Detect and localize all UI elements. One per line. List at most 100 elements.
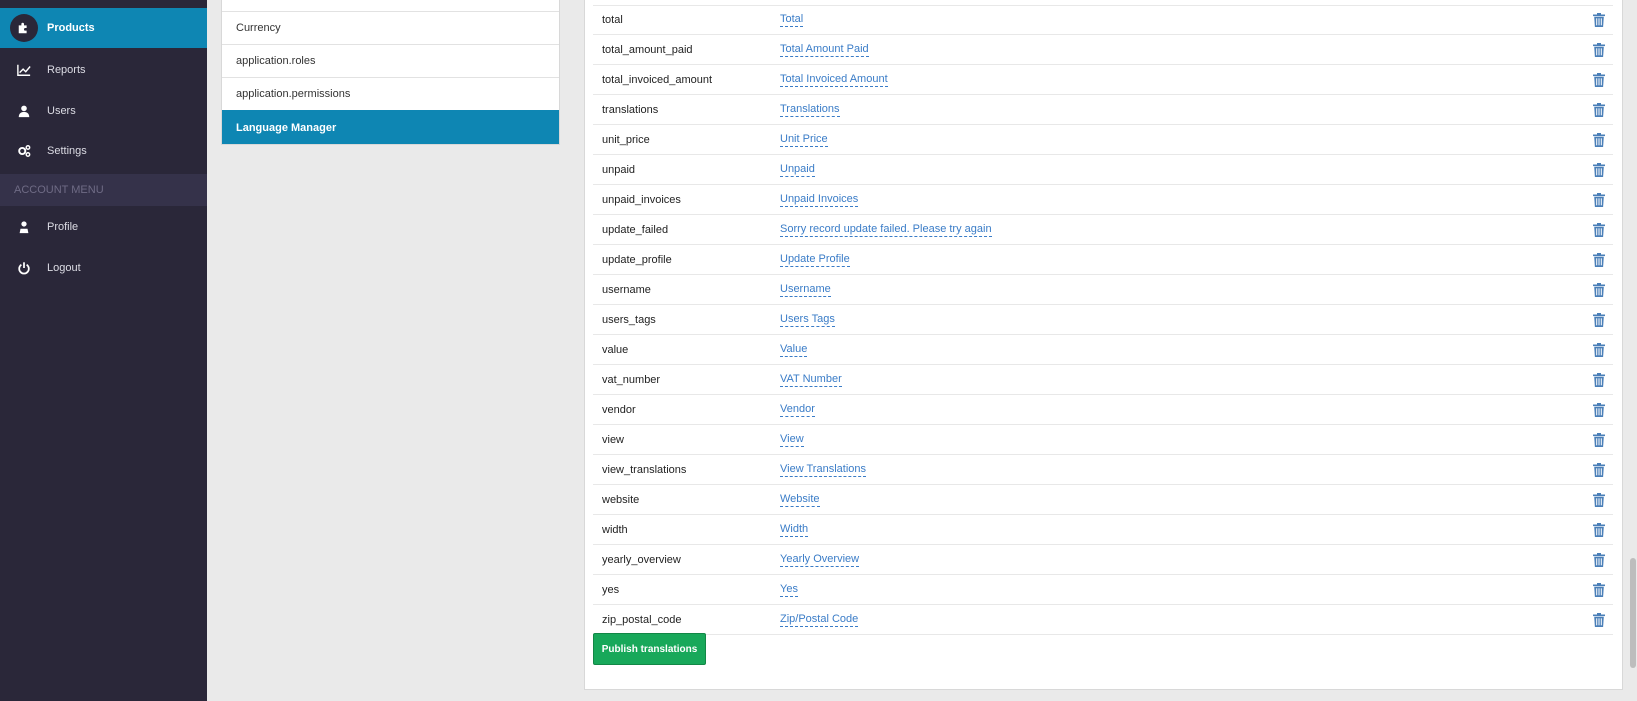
table-row: unpaid Unpaid	[593, 155, 1613, 185]
translation-value-editable[interactable]: Unpaid	[780, 163, 815, 177]
trash-icon[interactable]	[1593, 402, 1605, 417]
translation-value-editable[interactable]: Update Profile	[780, 253, 850, 267]
trash-icon[interactable]	[1593, 72, 1605, 87]
translation-key: unit_price	[602, 133, 650, 146]
translation-key: yes	[602, 583, 620, 596]
sidebar-item-label: Reports	[47, 64, 86, 76]
translation-key: total_invoiced_amount	[602, 73, 713, 86]
translation-key: zip_postal_code	[602, 613, 682, 626]
sidebar-item-users[interactable]: Users	[0, 91, 207, 131]
page-scrollbar[interactable]	[1629, 0, 1637, 701]
group-item-language-manager[interactable]: Language Manager	[222, 110, 559, 144]
translation-value-editable[interactable]: Username	[780, 283, 831, 297]
translation-value-editable[interactable]: Zip/Postal Code	[780, 613, 859, 627]
translation-value-editable[interactable]: Total Invoiced Amount	[780, 73, 888, 87]
table-row: update_failed Sorry record update failed.…	[593, 215, 1613, 245]
group-item-currency[interactable]: Currency	[222, 11, 559, 44]
table-row: value Value	[593, 335, 1613, 365]
translations-table: total Total total_amount_paid Total Amount …	[593, 5, 1613, 635]
publish-translations-button[interactable]: Publish translations	[593, 633, 706, 665]
sidebar: Products Reports Users Settings ACCOUNT …	[0, 0, 207, 701]
translation-key: value	[602, 343, 629, 356]
translation-value-editable[interactable]: View Translations	[780, 463, 867, 477]
sidebar-item-profile[interactable]: Profile	[0, 207, 207, 247]
sidebar-item-label: Settings	[47, 145, 87, 157]
trash-icon[interactable]	[1593, 222, 1605, 237]
trash-icon[interactable]	[1593, 612, 1605, 627]
translation-value-editable[interactable]: Total Amount Paid	[780, 43, 869, 57]
trash-icon[interactable]	[1593, 282, 1605, 297]
translation-key: vat_number	[602, 373, 661, 386]
translation-value-editable[interactable]: View	[780, 433, 804, 447]
translation-value-editable[interactable]: Yes	[780, 583, 798, 597]
translation-value-editable[interactable]: Translations	[780, 103, 840, 117]
translation-key: total_amount_paid	[602, 43, 693, 56]
translation-key: translations	[602, 103, 659, 116]
table-row: total_invoiced_amount Total Invoiced Amou…	[593, 65, 1613, 95]
trash-icon[interactable]	[1593, 552, 1605, 567]
table-row: view View	[593, 425, 1613, 455]
table-row: total Total	[593, 5, 1613, 35]
trash-icon[interactable]	[1593, 432, 1605, 447]
trash-icon[interactable]	[1593, 522, 1605, 537]
sidebar-item-reports[interactable]: Reports	[0, 50, 207, 90]
translation-key: yearly_overview	[602, 553, 681, 566]
translations-panel: total Total total_amount_paid Total Amount …	[584, 0, 1623, 690]
trash-icon[interactable]	[1593, 462, 1605, 477]
translation-value-editable[interactable]: Width	[780, 523, 809, 537]
sidebar-item-settings[interactable]: Settings	[0, 131, 207, 171]
translation-value-editable[interactable]: Yearly Overview	[780, 553, 860, 567]
trash-icon[interactable]	[1593, 582, 1605, 597]
table-row: zip_postal_code Zip/Postal Code	[593, 605, 1613, 635]
group-item-label: Currency	[236, 22, 281, 34]
translation-key: vendor	[602, 403, 636, 416]
table-row: view_translations View Translations	[593, 455, 1613, 485]
trash-icon[interactable]	[1593, 132, 1605, 147]
translation-key: update_failed	[602, 223, 669, 236]
trash-icon[interactable]	[1593, 13, 1605, 27]
trash-icon[interactable]	[1593, 162, 1605, 177]
gears-icon	[10, 137, 38, 165]
translation-key: width	[602, 523, 628, 536]
translation-value-editable[interactable]: Website	[780, 493, 820, 507]
trash-icon[interactable]	[1593, 372, 1605, 387]
translation-value-editable[interactable]: Vendor	[780, 403, 815, 417]
translation-key: view_translations	[602, 463, 687, 476]
puzzle-icon	[10, 14, 38, 42]
group-item-label: application.permissions	[236, 88, 351, 100]
trash-icon[interactable]	[1593, 342, 1605, 357]
sidebar-item-label: Products	[47, 22, 95, 34]
account-menu-header: ACCOUNT MENU	[0, 174, 207, 206]
group-item-application-permissions[interactable]: application.permissions	[222, 77, 559, 110]
translation-value-editable[interactable]: Sorry record update failed. Please try a…	[780, 223, 992, 237]
translation-value-editable[interactable]: Unpaid Invoices	[780, 193, 859, 207]
trash-icon[interactable]	[1593, 42, 1605, 57]
sidebar-item-logout[interactable]: Logout	[0, 248, 207, 288]
translation-value-editable[interactable]: Total	[780, 13, 804, 27]
table-row: website Website	[593, 485, 1613, 515]
group-item-label: Language Manager	[236, 121, 337, 134]
sidebar-item-label: Users	[47, 105, 76, 117]
table-row: vat_number VAT Number	[593, 365, 1613, 395]
trash-icon[interactable]	[1593, 252, 1605, 267]
group-item-application-roles[interactable]: application.roles	[222, 44, 559, 77]
translation-key: unpaid	[602, 163, 636, 176]
translation-value-editable[interactable]: Users Tags	[780, 313, 835, 327]
translation-value-editable[interactable]: Unit Price	[780, 133, 828, 147]
table-row: yearly_overview Yearly Overview	[593, 545, 1613, 575]
translation-groups-list: Currency application.roles application.p…	[221, 0, 560, 145]
table-row: unit_price Unit Price	[593, 125, 1613, 155]
scrollbar-thumb[interactable]	[1630, 558, 1636, 668]
translation-key: update_profile	[602, 253, 672, 266]
trash-icon[interactable]	[1593, 492, 1605, 507]
table-row: users_tags Users Tags	[593, 305, 1613, 335]
sidebar-item-products[interactable]: Products	[0, 8, 207, 48]
power-icon	[10, 254, 38, 282]
trash-icon[interactable]	[1593, 192, 1605, 207]
translation-value-editable[interactable]: VAT Number	[780, 373, 842, 387]
table-row: width Width	[593, 515, 1613, 545]
account-menu-label: ACCOUNT MENU	[14, 184, 104, 196]
translation-value-editable[interactable]: Value	[780, 343, 808, 357]
trash-icon[interactable]	[1593, 102, 1605, 117]
trash-icon[interactable]	[1593, 312, 1605, 327]
